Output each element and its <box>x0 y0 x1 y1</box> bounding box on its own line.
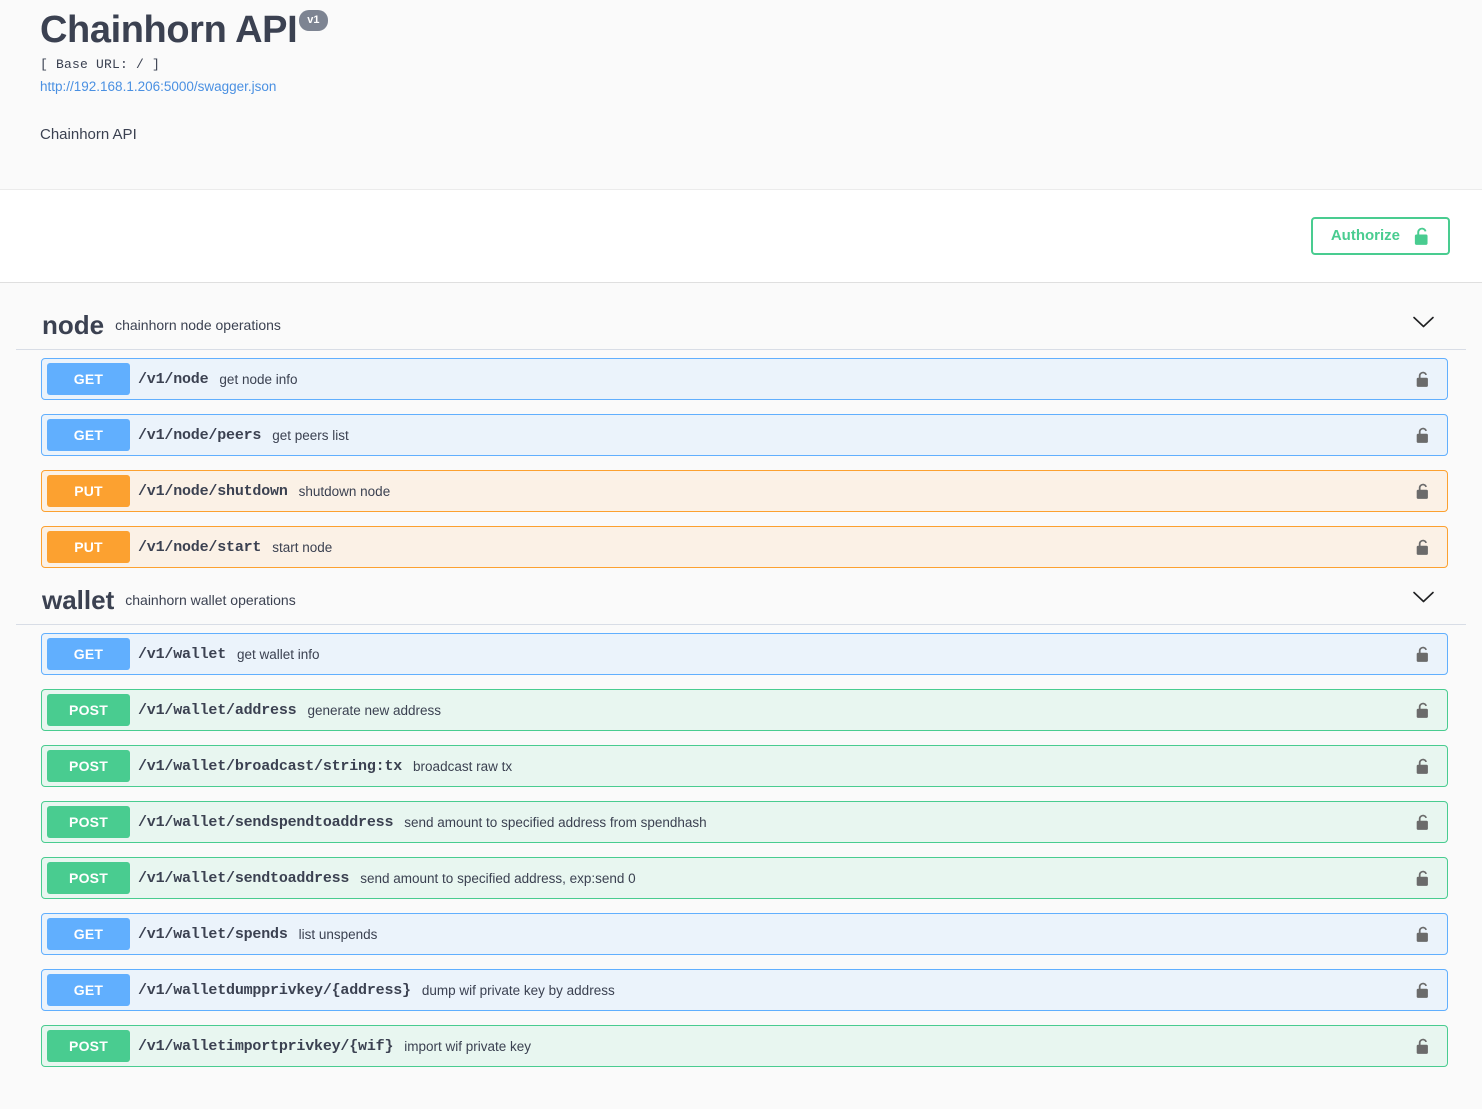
operation-summary: generate new address <box>307 703 441 718</box>
operation-row[interactable]: PUT/v1/node/start start node <box>41 526 1448 568</box>
operation-row[interactable]: GET/v1/walletdumpprivkey/{address} dump w… <box>41 969 1448 1011</box>
unlock-icon[interactable] <box>1416 702 1430 719</box>
operation-path: /v1/wallet/sendtoaddress <box>138 870 349 887</box>
page-title: Chainhorn API <box>40 4 297 56</box>
operation-summary: broadcast raw tx <box>413 759 512 774</box>
operation-row[interactable]: POST/v1/walletimportprivkey/{wif} import … <box>41 1025 1448 1067</box>
unlock-icon[interactable] <box>1416 1038 1430 1055</box>
operation-summary: get node info <box>219 372 297 387</box>
operation-path: /v1/wallet/spends <box>138 926 288 943</box>
unlock-icon[interactable] <box>1416 371 1430 388</box>
method-badge: GET <box>47 363 130 395</box>
operation-summary: get peers list <box>272 428 349 443</box>
operation-row[interactable]: POST/v1/wallet/broadcast/string:tx broadc… <box>41 745 1448 787</box>
method-badge: GET <box>47 419 130 451</box>
operation-path: /v1/node <box>138 371 208 388</box>
operation-summary: shutdown node <box>299 484 391 499</box>
operation-path: /v1/node/peers <box>138 427 261 444</box>
operation-path: /v1/wallet/sendspendtoaddress <box>138 814 393 831</box>
operation-path: /v1/wallet <box>138 646 226 663</box>
operation-path: /v1/wallet/address <box>138 702 296 719</box>
method-badge: GET <box>47 974 130 1006</box>
operation-row[interactable]: GET/v1/node/peers get peers list <box>41 414 1448 456</box>
operation-summary: get wallet info <box>237 647 320 662</box>
method-badge: POST <box>47 694 130 726</box>
operation-row[interactable]: PUT/v1/node/shutdown shutdown node <box>41 470 1448 512</box>
operation-path: /v1/walletimportprivkey/{wif} <box>138 1038 393 1055</box>
tag-section-node: node chainhorn node operations GET/v1/node… <box>16 299 1466 568</box>
operation-row[interactable]: POST/v1/wallet/sendtoaddress send amount … <box>41 857 1448 899</box>
method-badge: POST <box>47 1030 130 1062</box>
unlock-icon <box>1414 227 1430 246</box>
operation-row[interactable]: GET/v1/node get node info <box>41 358 1448 400</box>
operation-path: /v1/node/start <box>138 539 261 556</box>
tag-header-node[interactable]: node chainhorn node operations <box>16 299 1466 350</box>
operations-area: node chainhorn node operations GET/v1/node… <box>0 283 1482 1067</box>
operation-row[interactable]: GET/v1/wallet/spends list unspends <box>41 913 1448 955</box>
authorize-button[interactable]: Authorize <box>1311 217 1450 255</box>
chevron-down-icon[interactable] <box>1413 316 1434 334</box>
chevron-down-icon[interactable] <box>1413 591 1434 609</box>
tag-name: wallet <box>42 586 114 614</box>
tag-name: node <box>42 311 104 339</box>
unlock-icon[interactable] <box>1416 814 1430 831</box>
operation-summary: send amount to specified address, exp:se… <box>360 871 635 886</box>
method-badge: GET <box>47 638 130 670</box>
operation-path: /v1/walletdumpprivkey/{address} <box>138 982 411 999</box>
operation-summary: dump wif private key by address <box>422 983 615 998</box>
tag-description: chainhorn wallet operations <box>125 586 295 614</box>
method-badge: POST <box>47 750 130 782</box>
operation-path: /v1/node/shutdown <box>138 483 288 500</box>
method-badge: PUT <box>47 475 130 507</box>
tag-header-wallet[interactable]: wallet chainhorn wallet operations <box>16 574 1466 625</box>
version-badge: v1 <box>299 10 327 31</box>
unlock-icon[interactable] <box>1416 427 1430 444</box>
tag-description: chainhorn node operations <box>115 311 281 339</box>
unlock-icon[interactable] <box>1416 758 1430 775</box>
unlock-icon[interactable] <box>1416 870 1430 887</box>
method-badge: PUT <box>47 531 130 563</box>
unlock-icon[interactable] <box>1416 646 1430 663</box>
operation-summary: send amount to specified address from sp… <box>404 815 706 830</box>
unlock-icon[interactable] <box>1416 926 1430 943</box>
api-title-row: Chainhorn API v1 <box>40 0 1442 56</box>
swagger-spec-link[interactable]: http://192.168.1.206:5000/swagger.json <box>40 79 1442 94</box>
api-info-band: Chainhorn API v1 [ Base URL: / ] http://… <box>0 0 1482 190</box>
operation-row[interactable]: POST/v1/wallet/address generate new addre… <box>41 689 1448 731</box>
authorize-button-label: Authorize <box>1331 226 1400 246</box>
method-badge: POST <box>47 806 130 838</box>
method-badge: GET <box>47 918 130 950</box>
unlock-icon[interactable] <box>1416 483 1430 500</box>
operation-summary: list unspends <box>299 927 378 942</box>
base-url: [ Base URL: / ] <box>40 57 1442 72</box>
operation-row[interactable]: GET/v1/wallet get wallet info <box>41 633 1448 675</box>
operation-summary: import wif private key <box>404 1039 531 1054</box>
api-description: Chainhorn API <box>40 126 1442 143</box>
method-badge: POST <box>47 862 130 894</box>
operation-path: /v1/wallet/broadcast/string:tx <box>138 758 402 775</box>
auth-band: Authorize <box>0 190 1482 283</box>
tag-section-wallet: wallet chainhorn wallet operations GET/v1/… <box>16 574 1466 1067</box>
unlock-icon[interactable] <box>1416 539 1430 556</box>
unlock-icon[interactable] <box>1416 982 1430 999</box>
operation-row[interactable]: POST/v1/wallet/sendspendtoaddress send am… <box>41 801 1448 843</box>
operation-summary: start node <box>272 540 332 555</box>
